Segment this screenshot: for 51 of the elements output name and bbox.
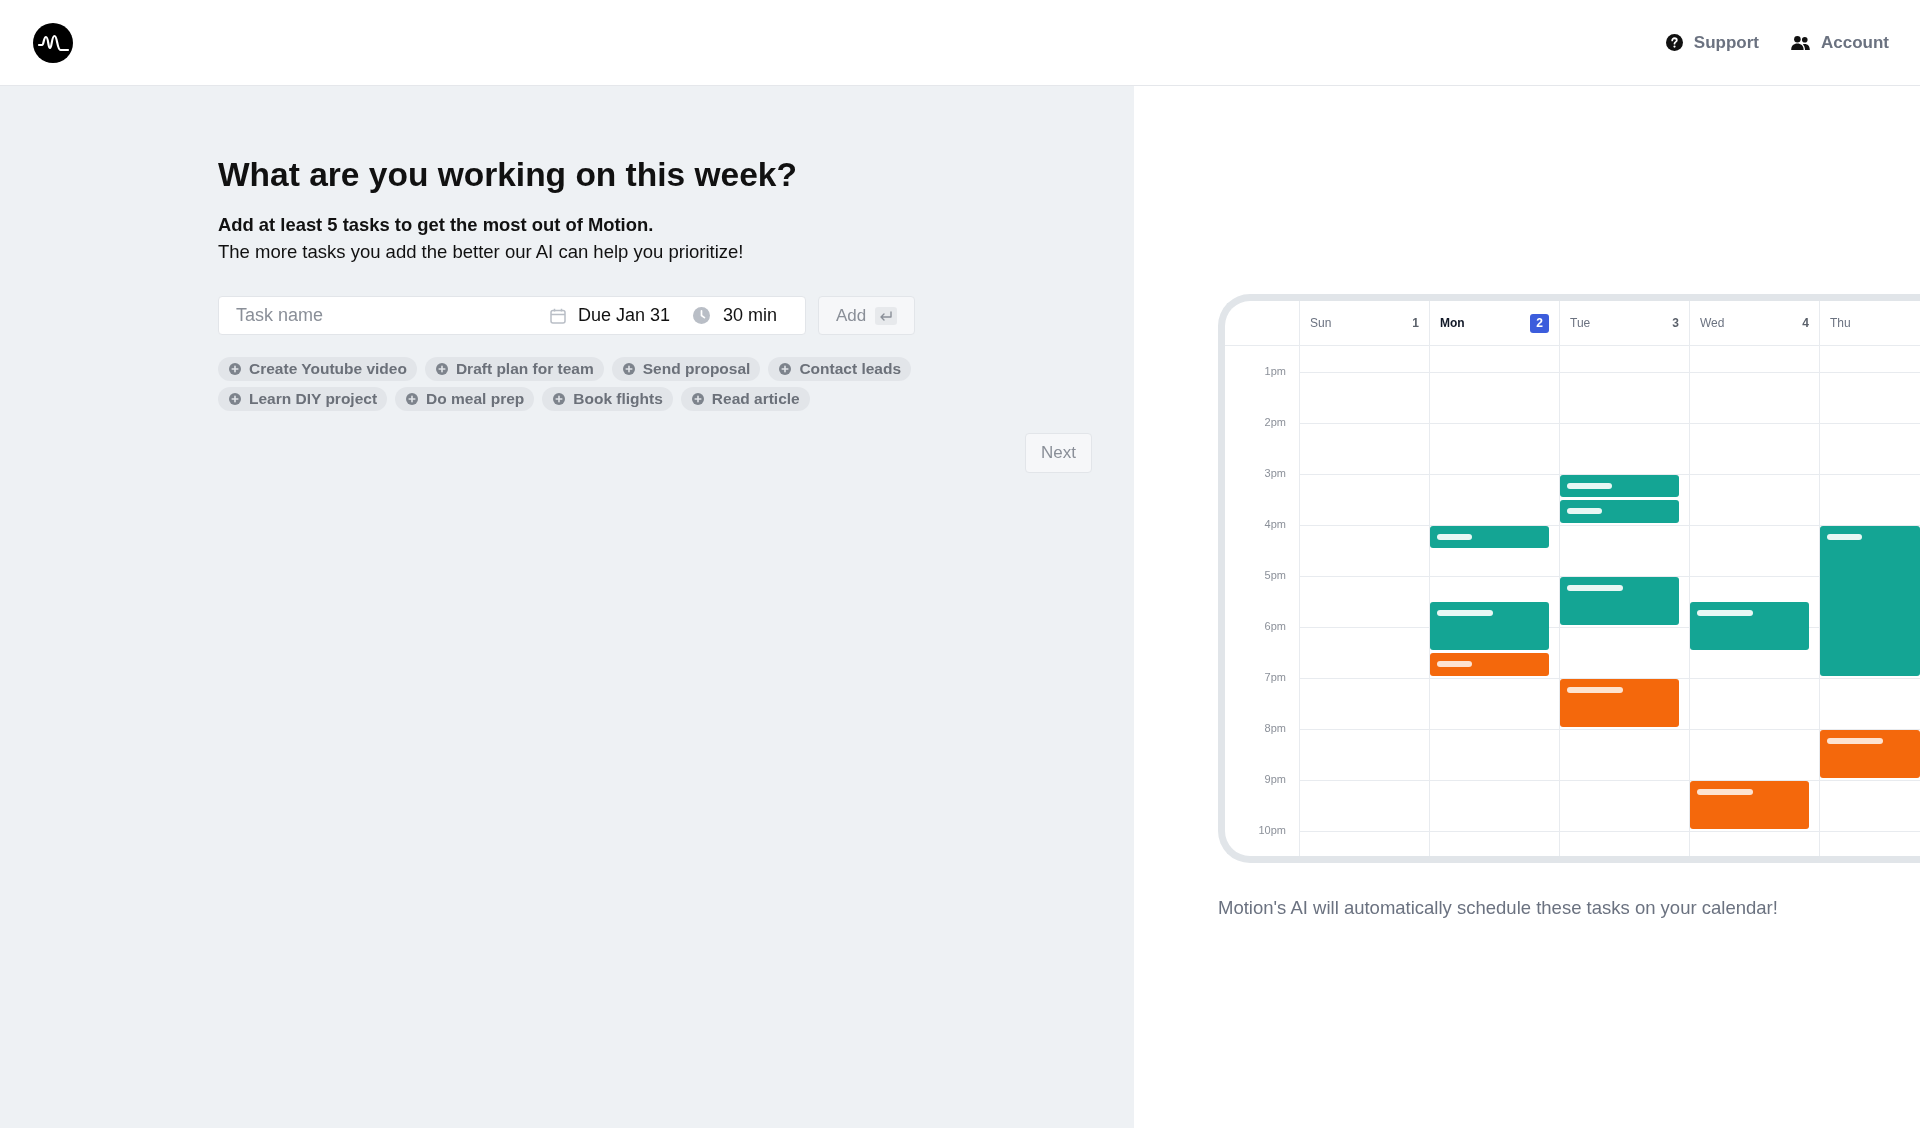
- hour-label: 6pm: [1264, 619, 1286, 633]
- suggestion-chip[interactable]: Contact leads: [768, 357, 911, 381]
- calendar-icon: [549, 307, 566, 324]
- hour-label: 2pm: [1264, 415, 1286, 429]
- date-number: 1: [1412, 315, 1419, 332]
- task-input-field[interactable]: Task name Due Jan 31 30 min: [218, 296, 806, 335]
- hour-label: 3pm: [1264, 466, 1286, 480]
- help-icon: [1665, 34, 1683, 51]
- suggestion-chip[interactable]: Read article: [680, 387, 810, 411]
- users-icon: [1791, 35, 1810, 50]
- duration-button[interactable]: 30 min: [692, 302, 777, 329]
- day-label: Mon: [1440, 315, 1465, 332]
- plus-circle-icon: [229, 363, 241, 375]
- support-link[interactable]: Support: [1665, 29, 1759, 56]
- plus-circle-icon: [779, 363, 792, 375]
- day-label: Thu: [1830, 315, 1851, 332]
- due-date-button[interactable]: Due Jan 31: [549, 302, 670, 329]
- hour-label: 7pm: [1264, 670, 1286, 684]
- suggestion-chip[interactable]: Create Youtube video: [218, 357, 417, 381]
- task-name-input[interactable]: Task name: [219, 297, 550, 334]
- hour-label: 9pm: [1264, 772, 1286, 786]
- hour-label: 1pm: [1264, 364, 1286, 378]
- hour-label: 8pm: [1264, 721, 1286, 735]
- suggestion-chip[interactable]: Draft plan for team: [424, 357, 604, 381]
- suggestion-chip[interactable]: Book flights: [542, 387, 673, 411]
- plus-circle-icon: [435, 363, 448, 375]
- suggestion-chip[interactable]: Learn DIY project: [218, 387, 388, 411]
- clock-icon: [692, 307, 710, 324]
- lead-text: Add at least 5 tasks to get the most out of Motion.: [218, 213, 655, 237]
- plus-circle-icon: [406, 393, 419, 405]
- day-label: Tue: [1570, 315, 1591, 332]
- day-label: Sun: [1310, 315, 1332, 332]
- plus-circle-icon: [553, 393, 566, 405]
- suggestion-chip[interactable]: Send proposal: [611, 357, 761, 381]
- hour-label: 10pm: [1258, 823, 1286, 837]
- plus-circle-icon: [229, 393, 241, 405]
- return-key-icon: [875, 306, 898, 325]
- suggestion-chip[interactable]: Do meal prep: [395, 387, 535, 411]
- calendar-caption: Motion's AI will automatically schedule these tasks on your calendar!: [1218, 896, 1779, 920]
- logo[interactable]: [33, 22, 73, 63]
- hour-label: 4pm: [1264, 517, 1286, 531]
- date-number: 3: [1672, 315, 1679, 332]
- day-label: Wed: [1700, 315, 1725, 332]
- page-heading: What are you working on this week?: [218, 155, 798, 195]
- account-link[interactable]: Account: [1791, 29, 1889, 56]
- description-text: The more tasks you add the better our AI can help you prioritize!: [218, 240, 745, 264]
- date-number: 2: [1530, 313, 1549, 333]
- hour-label: 5pm: [1264, 568, 1286, 582]
- plus-circle-icon: [622, 363, 635, 375]
- date-number: 4: [1802, 315, 1809, 332]
- plus-circle-icon: [691, 393, 704, 405]
